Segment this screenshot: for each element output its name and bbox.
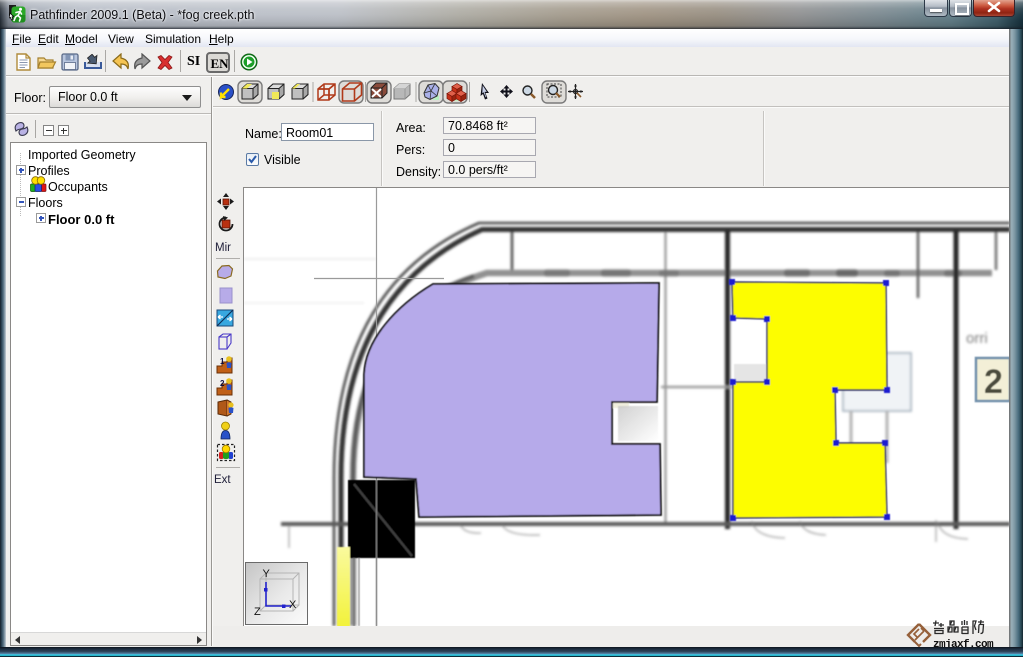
svg-text:Ext: Ext xyxy=(214,474,231,486)
svg-text:2: 2 xyxy=(220,379,225,388)
svg-text:X: X xyxy=(289,599,297,611)
svg-text:Mir: Mir xyxy=(215,242,231,254)
svg-text:orri: orri xyxy=(966,330,988,347)
svg-text:Z: Z xyxy=(254,606,261,618)
svg-text:Y: Y xyxy=(263,568,271,580)
svg-text:1: 1 xyxy=(220,357,225,366)
svg-text:2: 2 xyxy=(984,363,1003,401)
